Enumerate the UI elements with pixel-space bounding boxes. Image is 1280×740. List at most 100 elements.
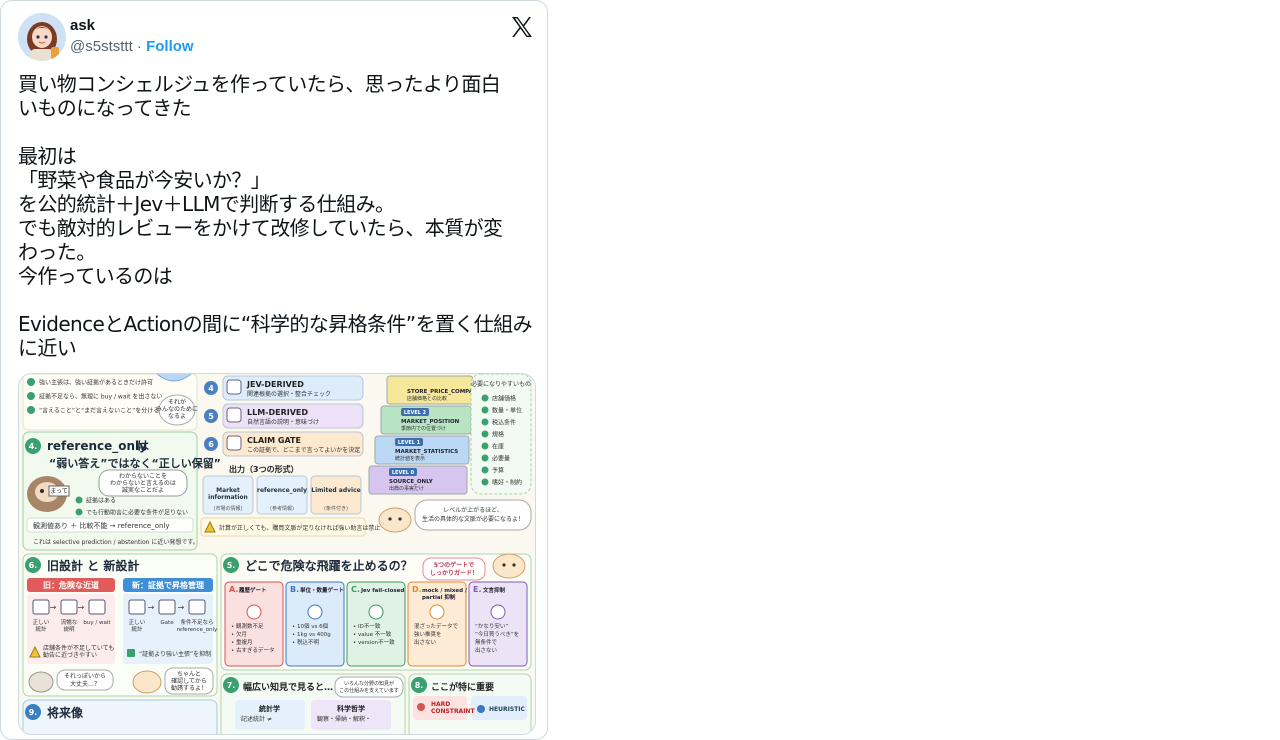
output-sub: (参考情報): [270, 505, 294, 512]
level-badge-text: LEVEL 1: [398, 440, 421, 446]
gate-title: 文言抑制: [483, 586, 506, 594]
ref-bubble-3: 誠実なことだよ: [122, 486, 164, 494]
author-name[interactable]: ask: [70, 17, 95, 34]
old-label: 旧：危険な近道: [43, 580, 99, 590]
design-step-label: 統計: [35, 625, 47, 633]
pipeline-step-title: LLM-DERIVED: [247, 408, 308, 417]
pipeline-steps: 4 JEV-DERIVED関連根拠の選択・整合チェック 5 LLM-DERIVED自然…: [204, 375, 364, 457]
cat-left-2: 大丈夫…？: [70, 680, 100, 688]
ref-bubble-2: わからないと言えるのは: [110, 479, 176, 487]
gate-title: partial 抑制: [422, 593, 456, 601]
gate-icon: [368, 604, 384, 620]
level-sub: 季節内での位置づけ: [401, 425, 446, 432]
design-step-label: 正しい: [129, 619, 146, 626]
design-step-label: 条件不足なら: [180, 618, 213, 626]
tweet-text-line: を公的統計＋Jev＋LLMで判断する仕組み。: [18, 192, 395, 216]
ref-item: でも行動助言に必要な条件が足りない: [86, 509, 188, 517]
needs-item: 在庫: [492, 443, 504, 451]
level-title: MARKET_STATISTICS: [395, 449, 458, 455]
gate-item: • 1kg vs 400g: [292, 632, 331, 638]
gate-id: E.: [473, 585, 482, 594]
important-item-0b: CONSTRAINT: [431, 708, 475, 715]
tweet-text: 買い物コンシェルジュを作っていたら、思ったより面白 いものになってきた 最初は 「野菜…: [18, 72, 534, 360]
level-title: SOURCE_ONLY: [389, 479, 434, 485]
gates-row: A. 履歴ゲート • 観測数不足• 欠月• 重複月• 古すぎるデータ B. 単位・数量ゲ…: [224, 581, 528, 667]
future-num: 9.: [29, 708, 38, 717]
level-sub: 統計値を表示: [395, 455, 425, 462]
pipeline-step-icon: [226, 379, 242, 395]
pipeline-step-sub: 自然言語の説明・意味づけ: [247, 418, 319, 426]
gate-title: Jev fail-closed: [360, 588, 404, 594]
gate-item: “今日買うべき”を: [475, 630, 519, 638]
design-step-icon: [158, 599, 176, 615]
outputs-warning: 計算が正しくても、購買文脈が足りなければ強い助言は禁止: [219, 524, 380, 532]
future-title: 将来像: [47, 705, 84, 720]
tweet-text-line: 買い物コンシェルジュを作っていたら、思ったより面白: [18, 72, 501, 96]
pipeline-step-num-text: 4: [208, 384, 214, 393]
design-step-icon: [60, 599, 78, 615]
arrow-icon: →: [78, 603, 85, 612]
cat-right-1: ちゃんと: [177, 671, 201, 678]
arrow-icon: →: [178, 603, 185, 612]
gate-item: “かなり安い”: [475, 622, 508, 630]
output-sub: (市場の情報): [214, 505, 243, 512]
gate-id: B.: [290, 585, 299, 594]
pipeline-step-sub: 関連根拠の選択・整合チェック: [247, 390, 331, 398]
design-step-icon: [128, 599, 146, 615]
ref-title-tail: は: [137, 439, 149, 453]
level-note-2: 生活の具体的な文脈が必要になるよ！: [422, 515, 524, 523]
gate-item: • 税込不明: [292, 638, 319, 646]
ref-bubble-1: わからないことを: [119, 473, 167, 480]
level-badge-text: LEVEL 0: [392, 470, 415, 476]
level-sub: 出典の事実だけ: [389, 485, 424, 492]
ref-num: 4.: [29, 442, 38, 451]
ref-item: 証拠はある: [86, 497, 116, 505]
gate-item: • 古すぎるデータ: [231, 646, 275, 654]
check-icon: [27, 392, 35, 400]
broad-bubble-1: いろんな分野の知見が: [344, 680, 394, 687]
important-item-1: HEURISTIC: [489, 706, 525, 713]
top-left-item: 証拠不足なら、無理に buy / wait を出さない: [39, 393, 162, 401]
pipeline-step-sub: この証拠で、どこまで言ってよいかを決定: [247, 446, 360, 454]
old-warning-2: 勧告に近づきやすい: [43, 651, 97, 659]
tweet-image[interactable]: .tiny { font-size: 6px; fill: #333; } .s…: [18, 373, 536, 735]
output-label: Limited advice: [311, 487, 360, 494]
gate-title: mock / mixed /: [422, 588, 468, 594]
arrow-icon: →: [50, 603, 57, 612]
tweet-text-line: に近い: [18, 336, 77, 360]
tweet-card: ask @s5ststtt · Follow 買い物コンシェルジュを作っていたら…: [0, 0, 548, 740]
arrow-icon: →: [148, 603, 155, 612]
design-step-icon: [188, 599, 206, 615]
broad-item-0: 統計学: [259, 704, 280, 713]
gate-item: 無条件で: [475, 638, 498, 646]
new-label: 新：証拠で昇格管理: [132, 580, 204, 590]
broad-num: 7.: [227, 681, 236, 690]
design-step-label: Gate: [160, 620, 174, 626]
tweet-text-line: [18, 120, 534, 144]
author-avatar[interactable]: [18, 13, 66, 61]
ref-footnote: これは selective prediction / abstention に近…: [33, 538, 199, 546]
top-left-bubble-1: それが: [168, 398, 186, 406]
check-icon: [75, 496, 83, 504]
gate-id: D.: [412, 585, 422, 594]
check-icon: [75, 508, 83, 516]
follow-button[interactable]: Follow: [146, 38, 194, 55]
top-left-checklist: 強い主張は、強い証拠があるときだけ許可証拠不足なら、無理に buy / wait…: [27, 378, 162, 415]
x-logo-icon[interactable]: [510, 15, 534, 39]
top-left-item: 強い主張は、強い証拠があるときだけ許可: [39, 379, 153, 387]
needs-item: 嗜好・制約: [492, 479, 522, 487]
top-left-bubble-2: みんなのために: [156, 406, 198, 413]
level-badge-text: LEVEL 2: [404, 410, 427, 416]
design-step-label: 説明: [63, 625, 75, 633]
gate-item: • value 不一致: [353, 630, 392, 638]
tweet-text-line: わった。: [18, 240, 96, 264]
gate-icon: [490, 604, 506, 620]
gate-item: • 10個 vs 6個: [292, 622, 329, 630]
gate-title: 履歴ゲート: [239, 586, 267, 594]
design-step-icon: [32, 599, 50, 615]
danger-num: 5.: [227, 561, 236, 570]
author-handle[interactable]: @s5ststtt: [70, 38, 133, 55]
tweet-text-line: EvidenceとActionの間に“科学的な昇格条件”を置く仕組み: [18, 312, 533, 336]
gate-item: 強い推奨を: [414, 630, 442, 638]
needs-item: 店舗価格: [492, 395, 516, 403]
